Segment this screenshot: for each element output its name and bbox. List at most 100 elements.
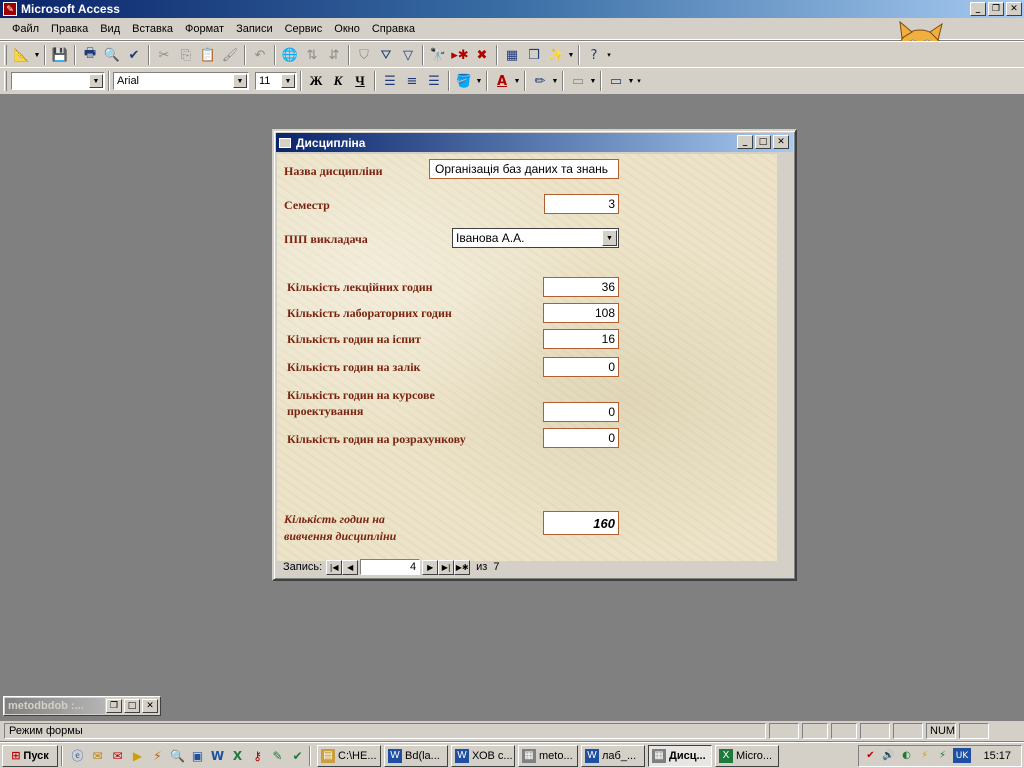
search-icon[interactable]: 🔍 — [169, 747, 186, 764]
format-painter-icon[interactable]: 🖌 — [219, 44, 241, 66]
align-center-icon[interactable]: ≡ — [401, 70, 423, 92]
outlook-express-icon[interactable]: ✉ — [89, 747, 106, 764]
font-color-dropdown-icon[interactable]: ▼ — [513, 78, 521, 85]
minimized-database-window[interactable]: metodbdob :... ❐ □ ✕ — [3, 696, 161, 716]
semester-field[interactable]: 3 — [544, 194, 619, 214]
calc-field[interactable]: 0 — [543, 428, 619, 448]
form-close-button[interactable]: ✕ — [773, 135, 789, 149]
next-record-icon[interactable]: ▶ — [422, 559, 439, 575]
word-icon[interactable]: W — [209, 747, 226, 764]
task-word-bd[interactable]: W Bd(la... — [384, 744, 448, 767]
database-window-icon[interactable]: ❒ — [523, 44, 545, 66]
menu-help[interactable]: Справка — [366, 23, 421, 35]
mini-close-button[interactable]: ✕ — [142, 699, 158, 713]
menu-edit[interactable]: Правка — [45, 23, 94, 35]
task-access-db[interactable]: ▦ meto... — [518, 744, 578, 767]
task-word-lab[interactable]: W лаб_... — [581, 744, 645, 767]
apply-filter-icon[interactable]: ▽ — [397, 44, 419, 66]
special-effect-dropdown-icon[interactable]: ▼ — [627, 78, 635, 85]
menu-tools[interactable]: Сервис — [279, 23, 329, 35]
start-button[interactable]: ⊞ Пуск — [2, 744, 58, 767]
align-left-icon[interactable]: ☰ — [379, 70, 401, 92]
align-right-icon[interactable]: ☰ — [423, 70, 445, 92]
new-record-nav-icon[interactable]: ▶✱ — [454, 559, 471, 575]
lecture-field[interactable]: 36 — [543, 277, 619, 297]
fill-color-dropdown-icon[interactable]: ▼ — [475, 78, 483, 85]
line-width-dropdown-icon[interactable]: ▼ — [589, 78, 597, 85]
record-number-input[interactable]: 4 — [360, 559, 421, 575]
menu-insert[interactable]: Вставка — [126, 23, 179, 35]
menu-window[interactable]: Окно — [328, 23, 366, 35]
task-excel[interactable]: X Micro... — [715, 744, 779, 767]
exam-field[interactable]: 16 — [543, 329, 619, 349]
undo-icon[interactable]: ↶ — [249, 44, 271, 66]
properties-icon[interactable]: ▦ — [501, 44, 523, 66]
menu-file[interactable]: Файл — [6, 23, 45, 35]
sort-ascending-icon[interactable]: ⇅ — [301, 44, 323, 66]
name-field[interactable]: Організація баз даних та знань — [429, 159, 619, 179]
lab-field[interactable]: 108 — [543, 303, 619, 323]
save-icon[interactable]: 💾 — [49, 44, 71, 66]
last-record-icon[interactable]: ▶| — [438, 559, 455, 575]
desktop-icon[interactable]: ▣ — [189, 747, 206, 764]
teacher-select[interactable]: Іванова А.А. ▼ — [452, 228, 619, 248]
italic-button[interactable]: К — [327, 70, 349, 92]
volume-icon[interactable]: 🔊 — [881, 748, 896, 763]
new-record-icon[interactable]: ▸✱ — [449, 44, 471, 66]
view-icon[interactable]: 📐 — [11, 44, 33, 66]
minimize-button[interactable]: _ — [970, 2, 986, 16]
sort-descending-icon[interactable]: ⇵ — [323, 44, 345, 66]
total-field[interactable]: 160 — [543, 511, 619, 535]
internet-explorer-icon[interactable]: ⓔ — [69, 747, 86, 764]
task-word-hov[interactable]: W ХОВ с... — [451, 744, 515, 767]
task-form-discipline[interactable]: ▦ Дисц... — [648, 744, 712, 767]
language-indicator[interactable]: UK — [953, 748, 971, 763]
special-effect-icon[interactable]: ▭ — [605, 70, 627, 92]
font-size-combo[interactable]: 11 ▼ — [255, 72, 297, 90]
print-preview-icon[interactable]: 🔍 — [101, 44, 123, 66]
filter-by-selection-icon[interactable]: ⛉ — [353, 44, 375, 66]
line-width-icon[interactable]: ▭ — [567, 70, 589, 92]
bold-button[interactable]: Ж — [305, 70, 327, 92]
delete-record-icon[interactable]: ✖ — [471, 44, 493, 66]
chevron-down-icon[interactable]: ▼ — [233, 74, 247, 88]
help-icon[interactable]: ? — [583, 44, 605, 66]
task-explorer[interactable]: ▤ C:\НЕ... — [317, 744, 381, 767]
paste-icon[interactable]: 📋 — [197, 44, 219, 66]
tray-check-icon[interactable]: ✔ — [863, 748, 878, 763]
menu-format[interactable]: Формат — [179, 23, 230, 35]
mini-maximize-button[interactable]: □ — [124, 699, 140, 713]
power-icon[interactable]: ⚡ — [935, 748, 950, 763]
previous-record-icon[interactable]: ◀ — [342, 559, 359, 575]
excel-icon[interactable]: X — [229, 747, 246, 764]
font-name-combo[interactable]: Arial ▼ — [113, 72, 249, 90]
menu-records[interactable]: Записи — [230, 23, 279, 35]
hyperlink-icon[interactable]: 🌐 — [279, 44, 301, 66]
new-object-icon[interactable]: ✨ — [545, 44, 567, 66]
new-object-dropdown-icon[interactable]: ▼ — [567, 52, 575, 59]
cut-icon[interactable]: ✂ — [153, 44, 175, 66]
print-icon[interactable]: 🖶 — [79, 44, 101, 66]
chevron-down-icon[interactable]: ▼ — [602, 230, 617, 246]
restore-button[interactable]: ❐ — [988, 2, 1004, 16]
chevron-down-icon[interactable]: ▼ — [281, 74, 295, 88]
winamp-icon[interactable]: ⚡ — [149, 747, 166, 764]
menu-view[interactable]: Вид — [94, 23, 126, 35]
credit-field[interactable]: 0 — [543, 357, 619, 377]
network-icon[interactable]: ◐ — [899, 748, 914, 763]
chevron-down-icon[interactable]: ▼ — [89, 74, 103, 88]
toolbar-options-icon[interactable]: ▾ — [635, 77, 643, 85]
spelling-icon[interactable]: ✔ — [123, 44, 145, 66]
filter-by-form-icon[interactable]: ⛛ — [375, 44, 397, 66]
access-icon[interactable]: ⚷ — [249, 747, 266, 764]
check-icon[interactable]: ✔ — [289, 747, 306, 764]
first-record-icon[interactable]: |◀ — [326, 559, 343, 575]
close-button[interactable]: ✕ — [1006, 2, 1022, 16]
line-color-icon[interactable]: ✏ — [529, 70, 551, 92]
underline-button[interactable]: Ч — [349, 70, 371, 92]
project-icon[interactable]: ✎ — [269, 747, 286, 764]
copy-icon[interactable]: ⎘ — [175, 44, 197, 66]
object-combo[interactable]: ▼ — [11, 72, 105, 90]
line-color-dropdown-icon[interactable]: ▼ — [551, 78, 559, 85]
antivirus-icon[interactable]: ⚡ — [917, 748, 932, 763]
